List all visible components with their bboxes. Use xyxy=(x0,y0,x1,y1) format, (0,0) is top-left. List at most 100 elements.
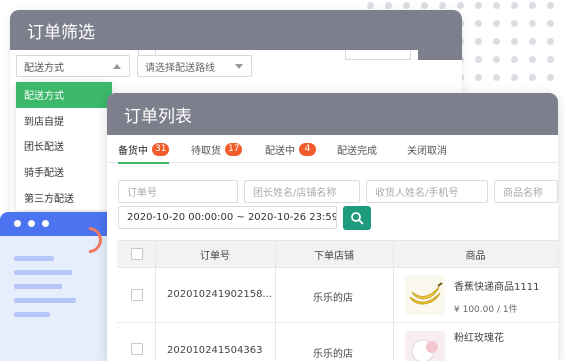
delivery-route-placeholder: 请选择配送路线 xyxy=(145,62,215,74)
filter-panel-header: 订单筛选 xyxy=(10,10,462,50)
delivery-option[interactable]: 到店自提 xyxy=(16,108,112,134)
tab-label: 关闭取消 xyxy=(407,145,447,157)
tab-label: 配送完成 xyxy=(337,145,377,157)
shop-name: 乐乐的店 xyxy=(313,293,353,304)
order-list-title: 订单列表 xyxy=(124,106,192,127)
order-number-placeholder: 订单号 xyxy=(127,188,157,199)
decorative-dot xyxy=(547,38,554,45)
column-divider xyxy=(393,268,394,323)
decorative-dot xyxy=(529,2,536,9)
leader-shop-input[interactable]: 团长姓名/店铺名称 xyxy=(244,180,360,203)
row-checkbox[interactable] xyxy=(131,343,143,355)
delivery-option[interactable]: 配送方式 xyxy=(16,82,112,108)
decorative-dot xyxy=(403,2,410,9)
column-header-order-no: 订单号 xyxy=(200,251,230,262)
column-divider xyxy=(275,268,276,323)
decorative-dot xyxy=(511,20,518,27)
decorative-dot xyxy=(529,20,536,27)
count-badge: 4 xyxy=(299,142,316,156)
delivery-option[interactable]: 团长配送 xyxy=(16,133,112,159)
receiver-input[interactable]: 收货人姓名/手机号 xyxy=(366,180,488,203)
product-price: ¥ 100.00 / 1件 xyxy=(454,305,518,315)
rose-product-image xyxy=(405,331,445,361)
column-divider xyxy=(155,323,156,361)
decorative-dot xyxy=(547,2,554,9)
search-button[interactable] xyxy=(343,206,371,230)
filter-panel-title: 订单筛选 xyxy=(27,22,95,43)
column-divider xyxy=(275,323,276,361)
decorative-dot xyxy=(475,38,482,45)
decorative-dot xyxy=(475,20,482,27)
product-name-input[interactable]: 商品名称 xyxy=(494,180,558,203)
order-status-tabs: 备货中 31 待取货 17 配送中 4 配送完成 关闭取消 xyxy=(107,135,558,164)
filter-top-button-middle[interactable] xyxy=(345,50,411,60)
tab-awaiting-pickup[interactable]: 待取货 17 xyxy=(191,135,243,163)
tab-delivered[interactable]: 配送完成 xyxy=(337,135,377,163)
column-header-product: 商品 xyxy=(465,251,486,262)
decorative-window-illustration xyxy=(0,212,120,361)
tab-label: 待取货 xyxy=(191,145,221,157)
decorative-window-body xyxy=(0,236,120,361)
decorative-dot xyxy=(547,20,554,27)
banana-product-image xyxy=(405,275,445,315)
decorative-dot xyxy=(493,38,500,45)
order-list-panel: 订单列表 备货中 31 待取货 17 配送中 4 配送完成 关闭取消 订单号 团… xyxy=(107,93,558,361)
window-dot-icon xyxy=(14,220,21,227)
decorative-dot xyxy=(511,2,518,9)
decorative-dot xyxy=(547,56,554,63)
decorative-dot xyxy=(529,38,536,45)
date-range-value: 2020-10-20 00:00:00 ~ 2020-10-26 23:59:5… xyxy=(127,212,337,223)
column-divider xyxy=(155,268,156,323)
decorative-line xyxy=(14,298,76,303)
delivery-method-value: 配送方式 xyxy=(24,62,64,74)
delivery-option[interactable]: 第三方配送 xyxy=(16,184,112,210)
decorative-dot xyxy=(529,74,536,81)
decorative-dot xyxy=(475,2,482,9)
decorative-dot xyxy=(421,2,428,9)
table-row[interactable]: 202010241902158... 乐乐的店 香蕉快递商品1111 ¥ 100… xyxy=(117,268,558,323)
filter-top-button-dark[interactable] xyxy=(418,50,462,60)
decorative-window-titlebar xyxy=(0,212,120,236)
decorative-dot xyxy=(511,38,518,45)
search-icon xyxy=(351,212,364,225)
decorative-dot xyxy=(439,2,446,9)
tab-delivering[interactable]: 配送中 4 xyxy=(265,135,316,163)
delivery-route-select[interactable]: 请选择配送路线 xyxy=(137,55,252,77)
receiver-placeholder: 收货人姓名/手机号 xyxy=(375,188,459,199)
decorative-line xyxy=(14,270,72,275)
decorative-dot xyxy=(511,56,518,63)
select-all-checkbox[interactable] xyxy=(131,248,143,260)
decorative-dot xyxy=(493,2,500,9)
count-badge: 17 xyxy=(225,142,243,156)
decorative-dot xyxy=(385,2,392,9)
decorative-dot xyxy=(367,2,374,9)
decorative-dot xyxy=(493,56,500,63)
date-range-picker[interactable]: 2020-10-20 00:00:00 ~ 2020-10-26 23:59:5… xyxy=(118,206,337,229)
tab-label: 配送中 xyxy=(265,145,295,157)
count-badge: 31 xyxy=(152,142,170,156)
order-number: 202010241902158... xyxy=(167,289,272,300)
decorative-dot xyxy=(475,56,482,63)
order-number-input[interactable]: 订单号 xyxy=(118,180,238,203)
decorative-dot xyxy=(493,74,500,81)
column-divider xyxy=(393,323,394,361)
tab-label: 备货中 xyxy=(118,145,148,157)
decorative-dot xyxy=(511,74,518,81)
column-header-shop: 下单店铺 xyxy=(314,251,354,262)
decorative-dot xyxy=(493,20,500,27)
leader-shop-placeholder: 团长姓名/店铺名称 xyxy=(253,188,337,199)
table-row[interactable]: 202010241504363 乐乐的店 粉红玫瑰花 xyxy=(117,323,558,361)
decorative-dot xyxy=(529,56,536,63)
delivery-option[interactable]: 骑手配送 xyxy=(16,159,112,185)
row-checkbox[interactable] xyxy=(131,289,143,301)
window-dot-icon xyxy=(28,220,35,227)
tab-closed-cancelled[interactable]: 关闭取消 xyxy=(407,135,447,163)
decorative-line xyxy=(14,256,54,261)
tab-preparing[interactable]: 备货中 31 xyxy=(118,135,170,164)
shop-name: 乐乐的店 xyxy=(313,349,353,360)
chevron-down-icon xyxy=(235,64,243,69)
decorative-dot xyxy=(547,74,554,81)
order-list-header: 订单列表 xyxy=(107,93,558,135)
decorative-dot xyxy=(475,74,482,81)
delivery-method-select[interactable]: 配送方式 xyxy=(16,55,130,77)
